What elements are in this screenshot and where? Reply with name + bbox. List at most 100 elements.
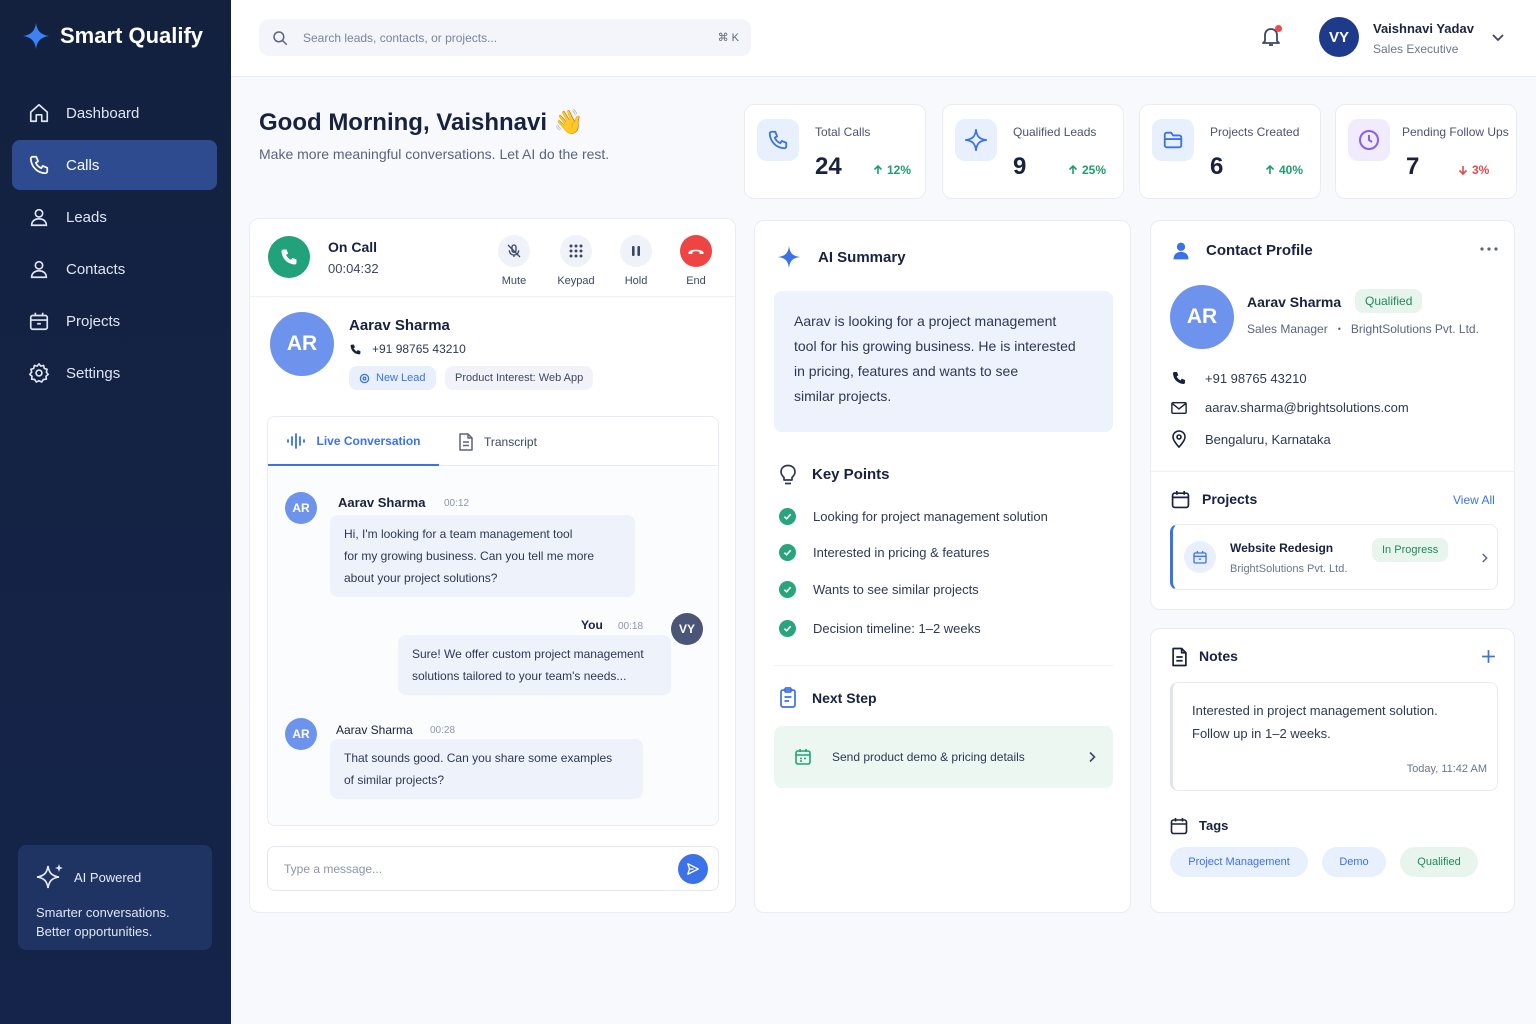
- next-step-title: Next Step: [812, 690, 877, 706]
- caller-phone: +91 98765 43210: [372, 342, 466, 356]
- send-icon: [687, 862, 699, 875]
- conversation-tabs: Live Conversation Transcript: [267, 416, 719, 466]
- add-note-icon[interactable]: [1481, 649, 1496, 664]
- check-circle-icon: [779, 620, 796, 637]
- call-header: On Call 00:04:32 Mute Keypad Hold End: [250, 219, 735, 297]
- view-all-link[interactable]: View All: [1453, 493, 1495, 507]
- brand-logo[interactable]: Smart Qualify: [22, 22, 203, 50]
- projects-title: Projects: [1202, 491, 1258, 507]
- search-icon: [273, 30, 288, 45]
- stat-card-projects-created[interactable]: Projects Created 6 40%: [1139, 104, 1321, 199]
- stat-value: 9: [1013, 153, 1027, 180]
- top-header: ⌘ K VY Vaishnavi Yadav Sales Executive: [231, 0, 1536, 77]
- hold-label: Hold: [624, 275, 648, 287]
- message-sender: Aarav Sharma: [338, 495, 426, 510]
- search-shortcut: ⌘ K: [717, 32, 739, 44]
- tab-live-conversation[interactable]: Live Conversation: [268, 417, 439, 466]
- note-icon: [1172, 647, 1187, 667]
- message-bubble: Hi, I'm looking for a team management to…: [330, 515, 635, 597]
- stat-change: 40%: [1279, 163, 1304, 177]
- sidebar-item-leads[interactable]: Leads: [12, 192, 217, 242]
- note-item[interactable]: Interested in project management solutio…: [1170, 682, 1498, 791]
- user-avatar[interactable]: VY: [1319, 17, 1359, 57]
- summary-box: Aarav is looking for a project managemen…: [774, 291, 1113, 432]
- lightbulb-icon: [780, 464, 796, 485]
- contact-profile-card: Contact Profile AR Aarav Sharma Qualifie…: [1150, 220, 1515, 610]
- target-icon: [359, 373, 370, 383]
- clock-icon: [1359, 130, 1379, 150]
- contact-email-row[interactable]: aarav.sharma@brightsolutions.com: [1171, 400, 1409, 415]
- caller-phone-row: +91 98765 43210: [349, 342, 466, 356]
- mic-off-icon: [507, 244, 521, 258]
- sparkle-icon: [964, 128, 988, 152]
- sidebar-item-label: Dashboard: [66, 104, 140, 122]
- search-input[interactable]: [303, 30, 704, 45]
- project-item[interactable]: Website Redesign BrightSolutions Pvt. Lt…: [1170, 524, 1498, 590]
- stat-card-qualified-leads[interactable]: Qualified Leads 9 25%: [942, 104, 1124, 199]
- keypad-button[interactable]: Keypad: [551, 235, 601, 287]
- key-point-item: Looking for project management solution: [779, 508, 1048, 525]
- stat-card-total-calls[interactable]: Total Calls 24 12%: [744, 104, 926, 199]
- project-company: BrightSolutions Pvt. Ltd.: [1230, 563, 1348, 575]
- stat-label: Total Calls: [815, 125, 871, 139]
- tag-chip[interactable]: Qualified: [1400, 847, 1478, 877]
- sidebar-item-projects[interactable]: Projects: [12, 296, 217, 346]
- tags-title: Tags: [1199, 818, 1229, 833]
- sidebar-item-contacts[interactable]: Contacts: [12, 244, 217, 294]
- conversation-panel[interactable]: AR Aarav Sharma 00:12 Hi, I'm looking fo…: [267, 467, 719, 826]
- search-bar[interactable]: ⌘ K: [259, 19, 751, 56]
- note-text: Follow up in 1–2 weeks.: [1192, 726, 1331, 741]
- send-button[interactable]: [678, 853, 708, 884]
- sidebar-item-calls[interactable]: Calls: [12, 140, 217, 190]
- stat-card-pending-follow-ups[interactable]: Pending Follow Ups 7 3%: [1335, 104, 1517, 199]
- contact-role: Sales Manager: [1247, 322, 1328, 336]
- message-composer: [267, 846, 719, 891]
- contact-phone-row[interactable]: +91 98765 43210: [1171, 370, 1307, 386]
- contact-phone: +91 98765 43210: [1205, 370, 1307, 386]
- arrow-down-icon: [1458, 166, 1468, 175]
- sidebar: Smart Qualify Dashboard Calls Leads Cont…: [0, 0, 231, 1024]
- lead-status-badge: New Lead: [349, 366, 436, 390]
- next-step-text: Send product demo & pricing details: [832, 750, 1025, 764]
- user-name: Vaishnavi Yadav: [1373, 21, 1474, 36]
- message-input[interactable]: [284, 861, 678, 876]
- avatar: AR: [285, 718, 317, 750]
- calendar-icon: [795, 749, 811, 765]
- check-circle-icon: [779, 544, 796, 561]
- tag-chip[interactable]: Demo: [1322, 847, 1386, 877]
- message-bubble: Sure! We offer custom project management…: [398, 635, 671, 695]
- mute-button[interactable]: Mute: [489, 235, 539, 287]
- chevron-down-icon[interactable]: [1491, 30, 1505, 44]
- tag-chip[interactable]: Project Management: [1170, 847, 1308, 877]
- notifications-button[interactable]: [1259, 24, 1283, 48]
- page-subtitle: Make more meaningful conversations. Let …: [259, 146, 610, 162]
- hold-button[interactable]: Hold: [611, 235, 661, 287]
- key-point-item: Decision timeline: 1–2 weeks: [779, 620, 981, 637]
- check-circle-icon: [779, 508, 796, 525]
- briefcase-icon: [1193, 551, 1207, 564]
- message-time: 00:28: [430, 725, 456, 736]
- arrow-up-icon: [1265, 165, 1275, 174]
- sidebar-item-dashboard[interactable]: Dashboard: [12, 88, 217, 138]
- contact-profile-title: Contact Profile: [1206, 242, 1313, 259]
- divider: [1151, 471, 1514, 472]
- keypad-icon: [569, 244, 583, 258]
- tab-transcript[interactable]: Transcript: [458, 417, 537, 466]
- sidebar-item-settings[interactable]: Settings: [12, 348, 217, 398]
- stat-value: 7: [1406, 153, 1420, 180]
- next-step-action[interactable]: Send product demo & pricing details: [774, 726, 1113, 788]
- phone-icon: [350, 344, 361, 354]
- phone-icon: [768, 130, 788, 150]
- key-points-title: Key Points: [812, 466, 890, 483]
- contact-company: BrightSolutions Pvt. Ltd.: [1350, 322, 1479, 336]
- arrow-up-icon: [873, 165, 883, 174]
- more-options-icon[interactable]: [1480, 247, 1498, 251]
- contact-location-row: Bengaluru, Karnataka: [1171, 430, 1331, 448]
- ai-summary-card: AI Summary Aarav is looking for a projec…: [754, 220, 1131, 913]
- page-title: Good Morning, Vaishnavi 👋: [259, 109, 584, 136]
- notes-title: Notes: [1199, 648, 1238, 664]
- chevron-right-icon: [1482, 553, 1488, 563]
- end-call-button[interactable]: End: [671, 235, 721, 287]
- arrow-up-icon: [1068, 165, 1078, 174]
- divider: [774, 665, 1113, 666]
